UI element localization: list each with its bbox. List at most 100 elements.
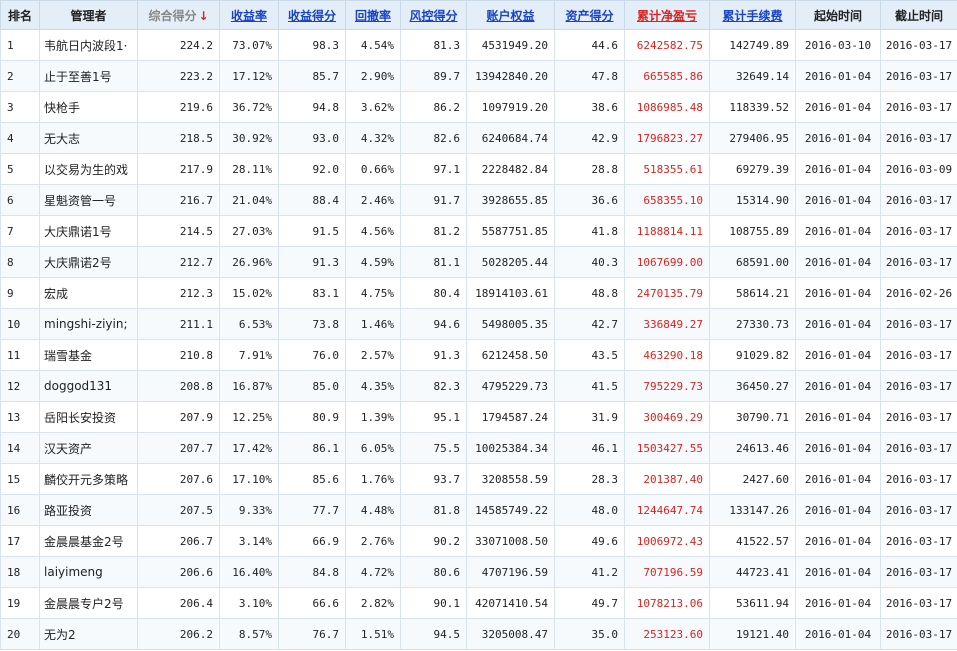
cell-manager[interactable]: 无大志 <box>39 122 138 154</box>
cell-manager[interactable]: 汉天资产 <box>39 432 138 464</box>
cell-rank: 20 <box>0 618 40 650</box>
cell-score: 214.5 <box>137 215 220 247</box>
cell-drawdown: 1.46% <box>345 308 401 340</box>
cell-pnl: 1796823.27 <box>624 122 710 154</box>
cell-manager[interactable]: 无为2 <box>39 618 138 650</box>
cell-drawdown: 4.75% <box>345 277 401 309</box>
cell-score: 207.5 <box>137 494 220 526</box>
cell-asset-score: 28.3 <box>554 463 625 495</box>
cell-pnl: 1086985.48 <box>624 91 710 123</box>
cell-manager[interactable]: 快枪手 <box>39 91 138 123</box>
cell-score: 206.6 <box>137 556 220 588</box>
cell-manager[interactable]: laiyimeng <box>39 556 138 588</box>
sort-desc-arrow-icon: ↓ <box>198 8 209 23</box>
col-equity[interactable]: 账户权益 <box>466 0 555 30</box>
cell-start: 2016-01-04 <box>795 277 881 309</box>
table-row: 3 快枪手 219.6 36.72% 94.8 3.62% 86.2 10979… <box>0 91 957 123</box>
cell-start: 2016-01-04 <box>795 432 881 464</box>
cell-return-score: 91.5 <box>278 215 346 247</box>
cell-risk-score: 81.1 <box>400 246 467 278</box>
cell-manager[interactable]: 韦航日内波段1· <box>39 29 138 61</box>
cell-manager[interactable]: 路亚投资 <box>39 494 138 526</box>
cell-start: 2016-01-04 <box>795 339 881 371</box>
cell-score: 224.2 <box>137 29 220 61</box>
cell-manager[interactable]: 大庆鼎诺2号 <box>39 246 138 278</box>
cell-pnl: 658355.10 <box>624 184 710 216</box>
cell-start: 2016-01-04 <box>795 463 881 495</box>
cell-manager[interactable]: 止于至善1号 <box>39 60 138 92</box>
cell-return-score: 73.8 <box>278 308 346 340</box>
cell-return-rate: 16.40% <box>219 556 279 588</box>
cell-return-rate: 7.91% <box>219 339 279 371</box>
cell-drawdown: 1.76% <box>345 463 401 495</box>
cell-start: 2016-01-04 <box>795 60 881 92</box>
cell-risk-score: 86.2 <box>400 91 467 123</box>
cell-manager[interactable]: 大庆鼎诺1号 <box>39 215 138 247</box>
cell-rank: 10 <box>0 308 40 340</box>
cell-score: 206.2 <box>137 618 220 650</box>
table-row: 14 汉天资产 207.7 17.42% 86.1 6.05% 75.5 100… <box>0 432 957 464</box>
cell-end: 2016-03-17 <box>880 122 957 154</box>
col-return-score[interactable]: 收益得分 <box>278 0 346 30</box>
table-row: 19 金晨晨专户2号 206.4 3.10% 66.6 2.82% 90.1 4… <box>0 587 957 619</box>
cell-end: 2016-02-26 <box>880 277 957 309</box>
cell-drawdown: 6.05% <box>345 432 401 464</box>
cell-manager[interactable]: doggod131 <box>39 370 138 402</box>
table-row: 12 doggod131 208.8 16.87% 85.0 4.35% 82.… <box>0 370 957 402</box>
cell-return-score: 86.1 <box>278 432 346 464</box>
col-drawdown[interactable]: 回撤率 <box>345 0 401 30</box>
cell-pnl: 1188814.11 <box>624 215 710 247</box>
cell-asset-score: 49.6 <box>554 525 625 557</box>
cell-manager[interactable]: 星魁资管一号 <box>39 184 138 216</box>
cell-end: 2016-03-17 <box>880 184 957 216</box>
cell-return-score: 93.0 <box>278 122 346 154</box>
cell-start: 2016-01-04 <box>795 401 881 433</box>
cell-manager[interactable]: 岳阳长安投资 <box>39 401 138 433</box>
cell-fee: 108755.89 <box>709 215 796 247</box>
col-return-rate[interactable]: 收益率 <box>219 0 279 30</box>
cell-fee: 19121.40 <box>709 618 796 650</box>
cell-start: 2016-01-04 <box>795 122 881 154</box>
cell-return-rate: 16.87% <box>219 370 279 402</box>
cell-asset-score: 35.0 <box>554 618 625 650</box>
cell-score: 207.9 <box>137 401 220 433</box>
cell-pnl: 300469.29 <box>624 401 710 433</box>
col-fee[interactable]: 累计手续费 <box>709 0 796 30</box>
cell-risk-score: 90.1 <box>400 587 467 619</box>
cell-return-score: 88.4 <box>278 184 346 216</box>
table-row: 6 星魁资管一号 216.7 21.04% 88.4 2.46% 91.7 39… <box>0 184 957 216</box>
cell-drawdown: 4.32% <box>345 122 401 154</box>
cell-risk-score: 91.7 <box>400 184 467 216</box>
table-row: 10 mingshi-ziyin; 211.1 6.53% 73.8 1.46%… <box>0 308 957 340</box>
col-pnl[interactable]: 累计净盈亏 <box>624 0 710 30</box>
cell-manager[interactable]: 金晨晨专户2号 <box>39 587 138 619</box>
cell-start: 2016-01-04 <box>795 308 881 340</box>
cell-manager[interactable]: 金晨晨基金2号 <box>39 525 138 557</box>
table-row: 7 大庆鼎诺1号 214.5 27.03% 91.5 4.56% 81.2 55… <box>0 215 957 247</box>
cell-return-rate: 12.25% <box>219 401 279 433</box>
cell-manager[interactable]: mingshi-ziyin; <box>39 308 138 340</box>
table-row: 20 无为2 206.2 8.57% 76.7 1.51% 94.5 32050… <box>0 618 957 650</box>
cell-manager[interactable]: 瑞雪基金 <box>39 339 138 371</box>
table-row: 16 路亚投资 207.5 9.33% 77.7 4.48% 81.8 1458… <box>0 494 957 526</box>
cell-equity: 5498005.35 <box>466 308 555 340</box>
cell-return-rate: 9.33% <box>219 494 279 526</box>
cell-drawdown: 1.39% <box>345 401 401 433</box>
col-risk-score[interactable]: 风控得分 <box>400 0 467 30</box>
cell-drawdown: 2.82% <box>345 587 401 619</box>
cell-end: 2016-03-17 <box>880 246 957 278</box>
cell-risk-score: 97.1 <box>400 153 467 185</box>
cell-asset-score: 41.8 <box>554 215 625 247</box>
cell-manager[interactable]: 以交易为生的戏 <box>39 153 138 185</box>
cell-manager[interactable]: 麟佼开元多策略 <box>39 463 138 495</box>
cell-end: 2016-03-17 <box>880 587 957 619</box>
col-score-sorted[interactable]: 综合得分 ↓ <box>137 0 220 30</box>
col-asset-score[interactable]: 资产得分 <box>554 0 625 30</box>
cell-return-rate: 28.11% <box>219 153 279 185</box>
cell-equity: 5587751.85 <box>466 215 555 247</box>
cell-pnl: 6242582.75 <box>624 29 710 61</box>
cell-start: 2016-01-04 <box>795 184 881 216</box>
cell-rank: 3 <box>0 91 40 123</box>
cell-return-rate: 3.10% <box>219 587 279 619</box>
cell-manager[interactable]: 宏成 <box>39 277 138 309</box>
